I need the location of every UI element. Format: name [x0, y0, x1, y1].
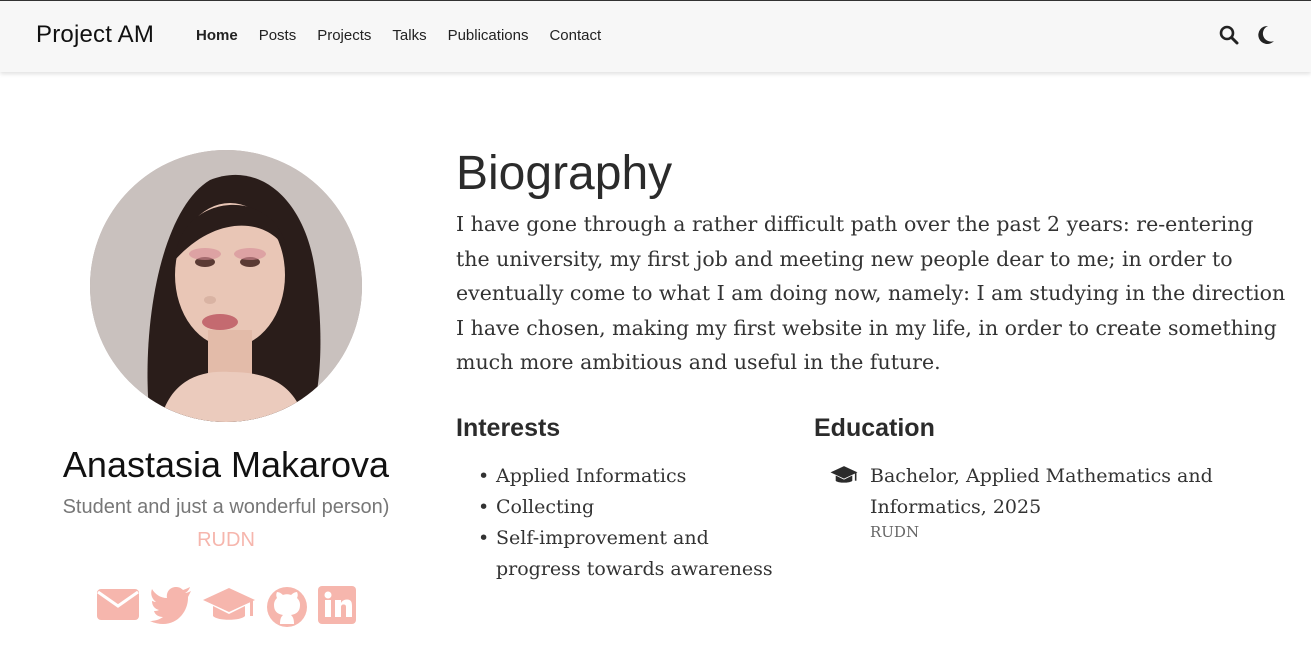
avatar	[90, 150, 362, 422]
education-item: Bachelor, Applied Mathematics and Inform…	[814, 461, 1284, 541]
linkedin-icon[interactable]	[318, 586, 356, 628]
graduation-cap-icon[interactable]	[202, 586, 256, 628]
education-title: Education	[814, 414, 935, 442]
profile-organization[interactable]: RUDN	[40, 529, 412, 552]
github-icon[interactable]	[266, 586, 308, 628]
nav-actions	[1219, 25, 1275, 45]
list-item: Collecting	[456, 492, 796, 523]
list-item: Applied Informatics	[456, 461, 796, 492]
twitter-icon[interactable]	[150, 586, 192, 628]
interests-list: Applied Informatics Collecting Self-impr…	[456, 461, 796, 585]
nav-link-projects[interactable]: Projects	[317, 27, 371, 44]
profile-card: Anastasia Makarova Student and just a wo…	[40, 150, 412, 628]
nav-link-talks[interactable]: Talks	[392, 27, 426, 44]
nav-link-posts[interactable]: Posts	[259, 27, 297, 44]
education-course: Bachelor, Applied Mathematics and Inform…	[870, 465, 1213, 518]
brand-logo[interactable]: Project AM	[36, 21, 154, 49]
profile-role: Student and just a wonderful person)	[62, 496, 390, 518]
profile-name: Anastasia Makarova	[62, 444, 390, 485]
nav-links: Home Posts Projects Talks Publications C…	[196, 27, 622, 44]
interests-title: Interests	[456, 414, 561, 442]
interests-section: Interests Applied Informatics Collecting…	[456, 414, 796, 585]
navbar: Project AM Home Posts Projects Talks Pub…	[0, 0, 1311, 72]
education-institution: RUDN	[870, 523, 920, 541]
nav-link-publications[interactable]: Publications	[448, 27, 529, 44]
social-links	[40, 586, 412, 628]
education-section: Education Bachelor, Applied Mathematics …	[814, 414, 1284, 541]
graduation-cap-icon	[814, 461, 870, 541]
search-icon[interactable]	[1219, 25, 1239, 45]
envelope-icon[interactable]	[96, 586, 140, 628]
biography-title: Biography	[456, 147, 673, 200]
nav-link-home[interactable]: Home	[196, 27, 238, 44]
moon-icon[interactable]	[1257, 25, 1275, 45]
list-item: Self-improvement and progress towards aw…	[456, 523, 796, 585]
biography-section: Biography I have gone through a rather d…	[456, 146, 1286, 580]
nav-link-contact[interactable]: Contact	[549, 27, 601, 44]
biography-text: I have gone through a rather difficult p…	[456, 212, 1286, 374]
